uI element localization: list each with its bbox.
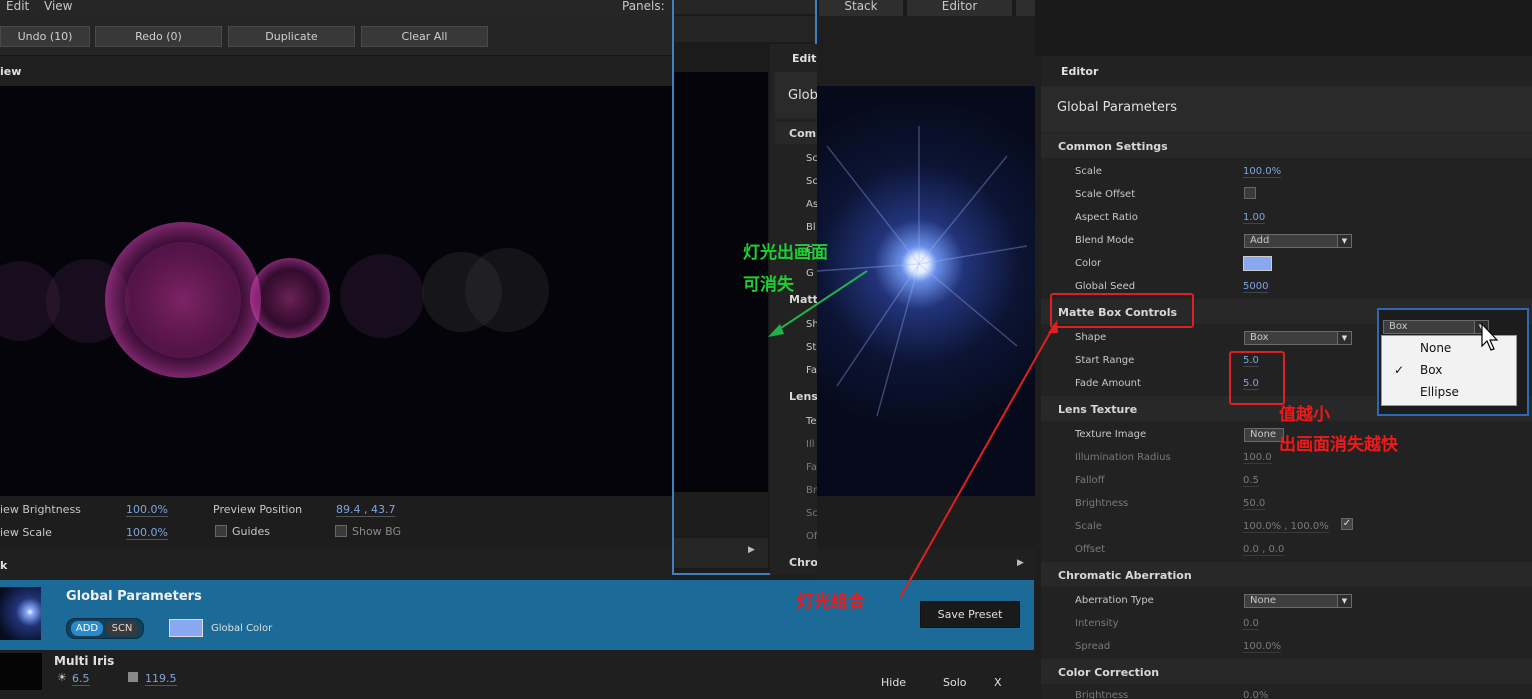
annotation-red-3: 灯光组合 xyxy=(797,592,865,612)
annotation-green-2: 可消失 xyxy=(743,275,794,295)
annotation-red-2: 出画面消失越快 xyxy=(1279,435,1398,455)
annotation-arrows xyxy=(768,270,1058,599)
annotation-green-1: 灯光出画面 xyxy=(743,243,828,263)
annotation-red-1: 值越小 xyxy=(1279,405,1330,425)
